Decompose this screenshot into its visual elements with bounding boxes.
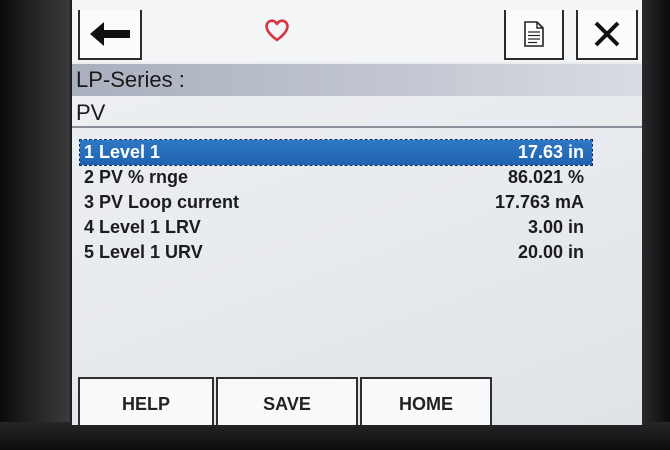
list-item-label: 1 Level 1: [84, 142, 161, 162]
list-item-label: 4 Level 1 LRV: [84, 217, 201, 237]
list-item[interactable]: 2 PV % rnge 86.021 %: [80, 165, 592, 190]
parameter-list: 1 Level 1 17.63 in 2 PV % rnge 86.021 % …: [79, 139, 593, 265]
bottom-tab-bar: HELP SAVE HOME: [78, 377, 638, 425]
close-button[interactable]: [576, 10, 638, 60]
list-item-label: 2 PV % rnge: [84, 167, 189, 187]
heart-icon[interactable]: [264, 18, 290, 47]
list-item[interactable]: 3 PV Loop current 17.763 mA: [80, 190, 592, 215]
list-item-value: 3.00 in: [527, 217, 584, 237]
close-icon: [594, 21, 620, 47]
document-icon: [524, 21, 544, 47]
list-item[interactable]: 5 Level 1 URV 20.00 in: [80, 240, 592, 265]
page-subtitle: PV: [72, 98, 642, 128]
home-button[interactable]: HOME: [360, 377, 492, 425]
page-title: LP-Series :: [72, 64, 642, 96]
list-item-label: 5 Level 1 URV: [84, 242, 203, 262]
list-item-value: 86.021 %: [507, 167, 584, 187]
device-screen: LP-Series : PV 1 Level 1 17.63 in 2 PV %…: [72, 0, 642, 425]
list-item[interactable]: 4 Level 1 LRV 3.00 in: [80, 215, 592, 240]
arrow-left-icon: [90, 22, 130, 46]
document-button[interactable]: [504, 10, 564, 60]
list-item-value: 17.63 in: [517, 142, 584, 162]
list-item-label: 3 PV Loop current: [84, 192, 240, 212]
list-item-value: 20.00 in: [517, 242, 584, 262]
save-button[interactable]: SAVE: [216, 377, 358, 425]
top-toolbar: [72, 0, 642, 62]
list-item-value: 17.763 mA: [494, 192, 584, 212]
device-bezel-left: [0, 0, 70, 450]
device-bezel-bottom: [0, 422, 670, 450]
back-button[interactable]: [78, 10, 142, 60]
help-button[interactable]: HELP: [78, 377, 214, 425]
list-item[interactable]: 1 Level 1 17.63 in: [79, 139, 593, 166]
